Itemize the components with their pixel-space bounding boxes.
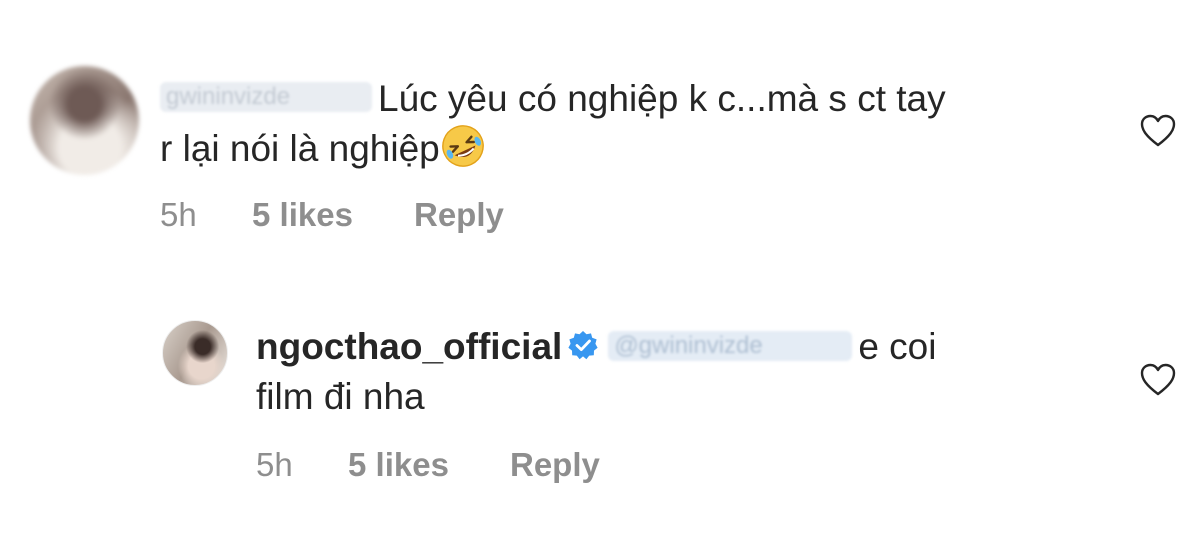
- commenter-username[interactable]: gwininvizde: [160, 82, 372, 113]
- reply-time: 5h: [256, 446, 293, 483]
- comment-body: gwininvizde Lúc yêu có nghiệp k c...mà s …: [160, 74, 1080, 174]
- comment-time: 5h: [160, 196, 197, 233]
- heart-outline-icon[interactable]: [1140, 363, 1176, 397]
- comment-thread: { "comment": { "username": "gwininvizde"…: [0, 0, 1198, 538]
- reply-avatar[interactable]: [162, 320, 228, 386]
- commenter-avatar[interactable]: [30, 66, 139, 175]
- comment-likes-link[interactable]: 5 likes: [252, 196, 353, 234]
- heart-outline-icon[interactable]: [1140, 114, 1176, 148]
- reply-text-line1: e coi: [858, 326, 937, 367]
- verified-badge-icon: [568, 331, 598, 360]
- reply-reply-button[interactable]: Reply: [510, 446, 600, 484]
- reply-body: ngocthao_official @gwininvizde e coi film…: [256, 322, 1116, 422]
- reply-likes-link[interactable]: 5 likes: [348, 446, 449, 484]
- reply-text-line2: film đi nha: [256, 376, 425, 417]
- reply-username[interactable]: ngocthao_official: [256, 326, 562, 367]
- comment-text-line2: r lại nói là nghiệp: [160, 128, 440, 169]
- mention-link[interactable]: @gwininvizde: [608, 331, 853, 362]
- comment-reply-button[interactable]: Reply: [414, 196, 504, 234]
- comment-text-line1: Lúc yêu có nghiệp k c...mà s ct tay: [378, 78, 946, 119]
- rofl-emoji-icon: [441, 125, 484, 168]
